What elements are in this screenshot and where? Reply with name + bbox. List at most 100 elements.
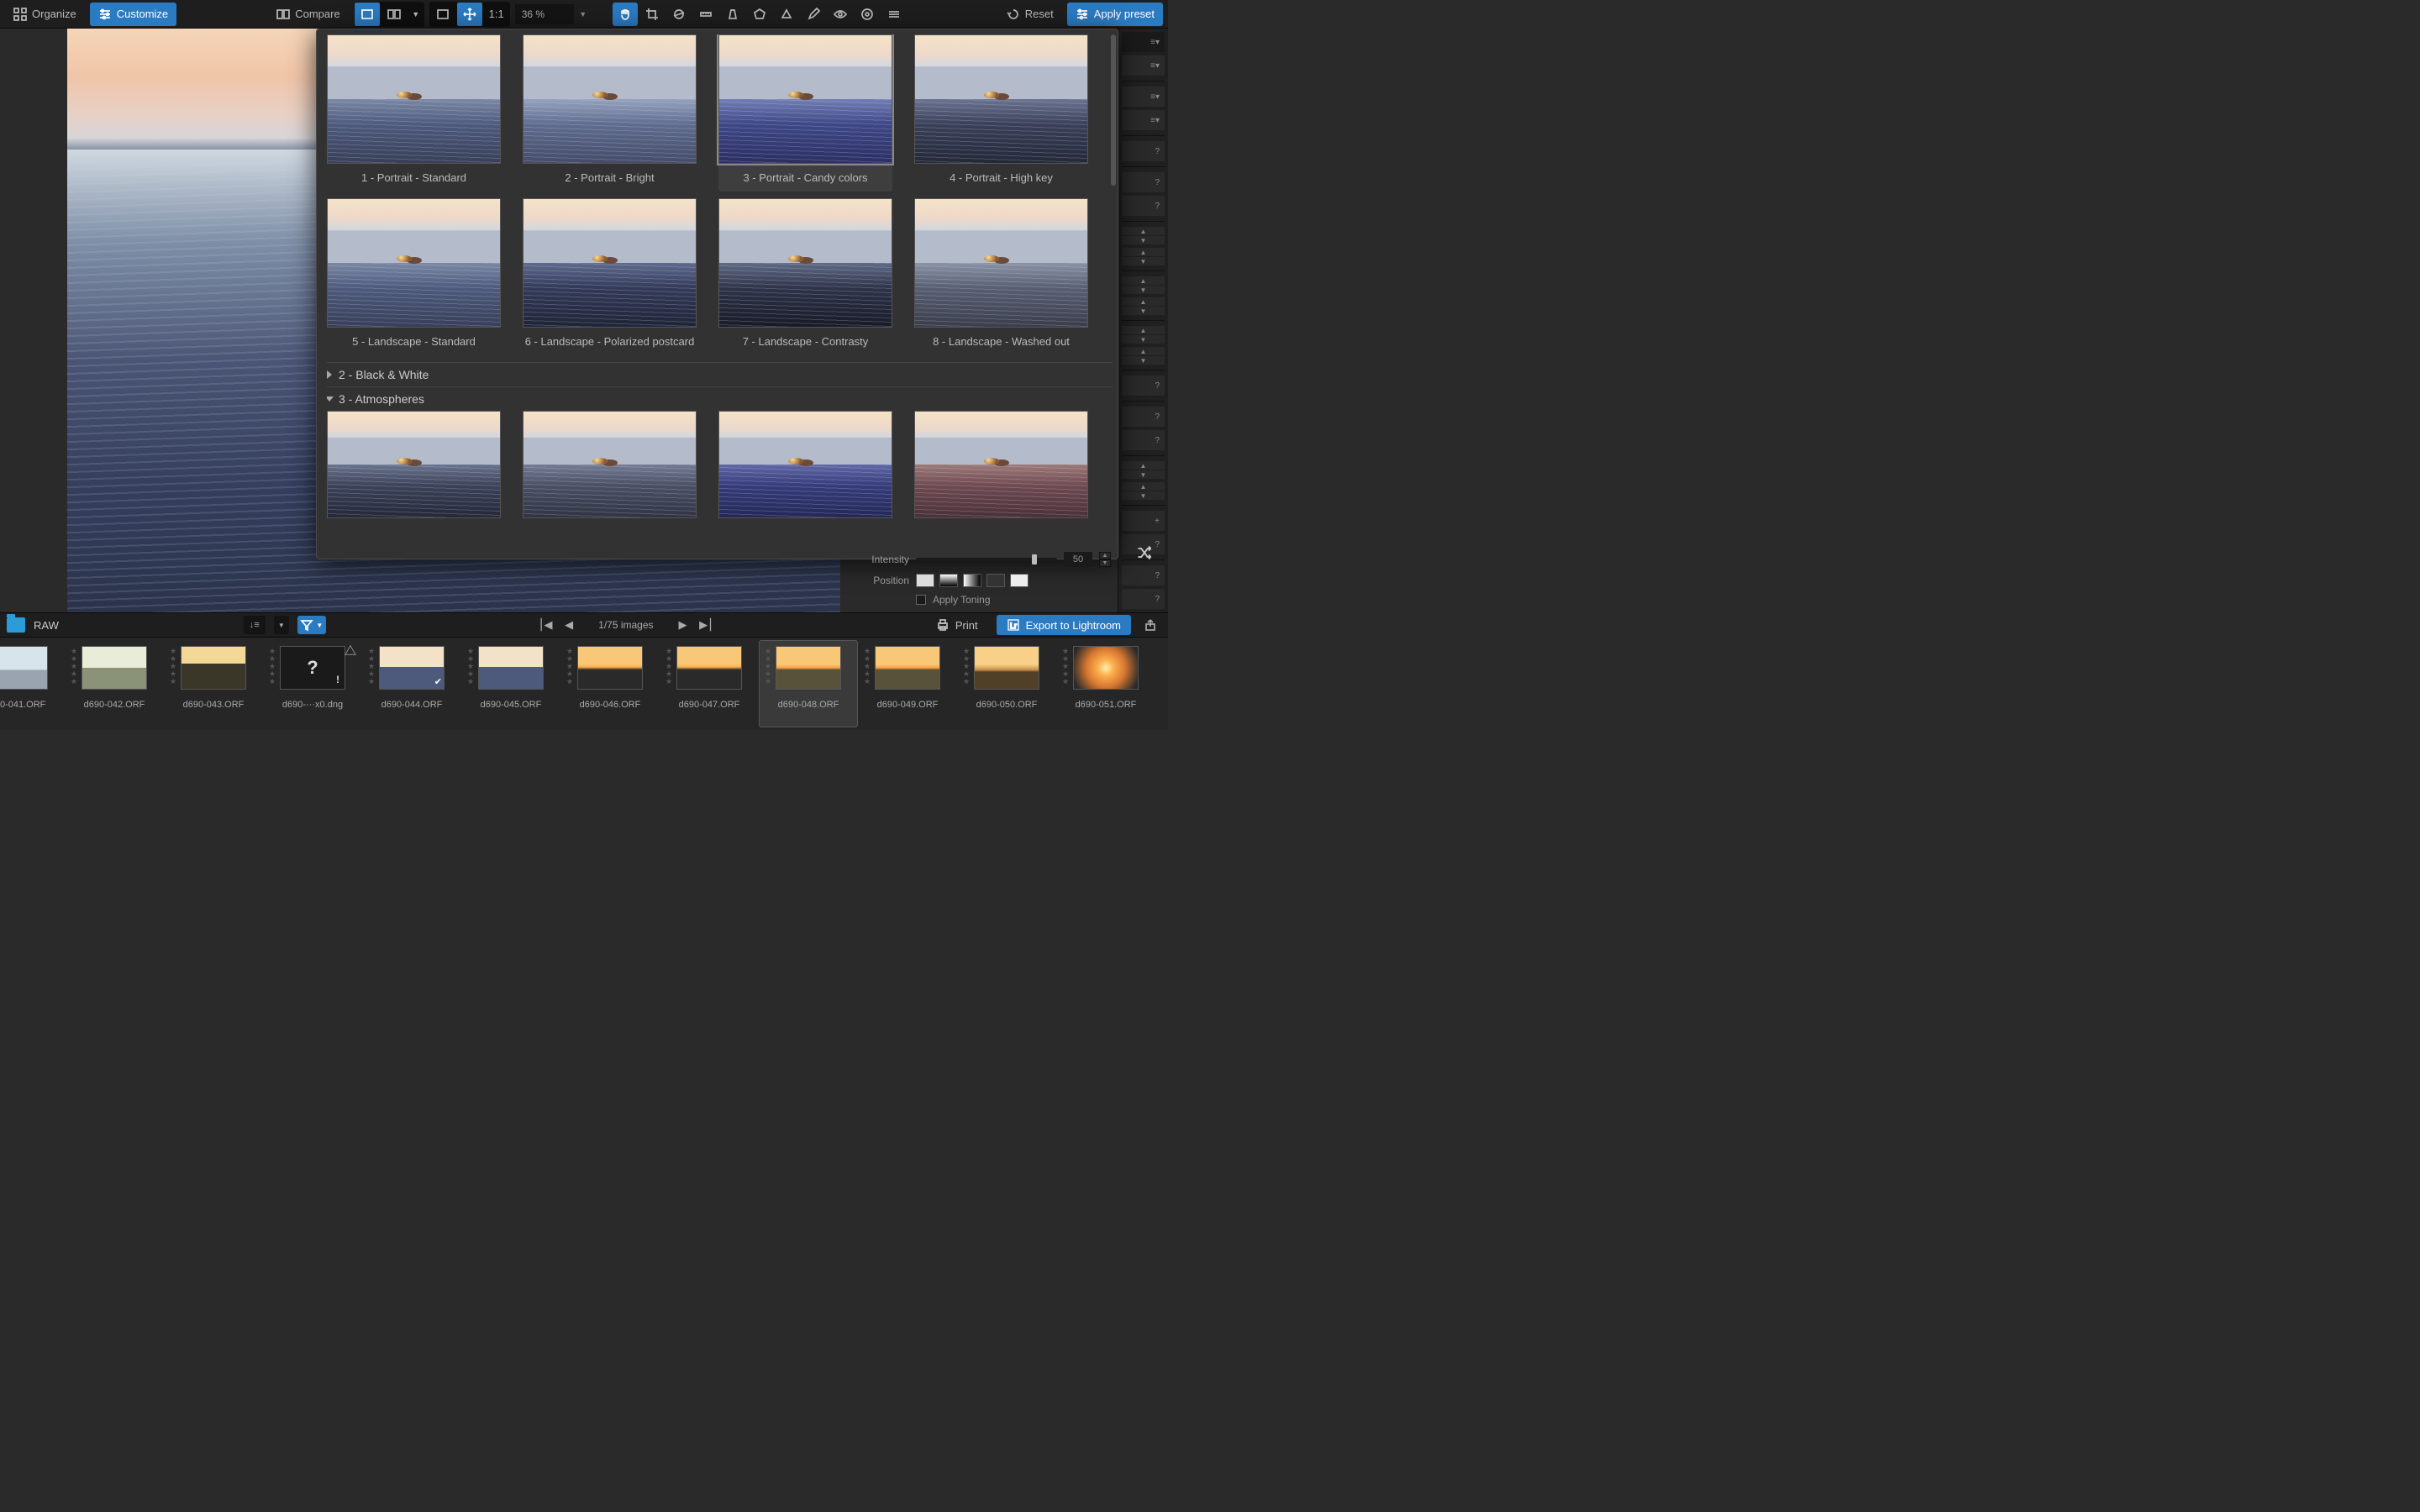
rating-stars[interactable]: ★★★★★	[765, 648, 771, 685]
filmstrip-item[interactable]: ★★★★★ d690-049.ORF	[859, 641, 956, 727]
share-button[interactable]	[1139, 616, 1161, 634]
filmstrip-item[interactable]: ★★★★★ d690-047.ORF	[660, 641, 758, 727]
panel-help-button[interactable]	[1122, 589, 1165, 609]
preset-item[interactable]: 5 - Landscape - Standard	[327, 198, 501, 355]
rating-stars[interactable]: ★★★★★	[71, 648, 77, 685]
nav-next-button[interactable]: ▶	[674, 616, 692, 634]
sort-dropdown-arrow[interactable]: ▼	[274, 616, 289, 634]
filmstrip-item[interactable]: ★★★★★ d690-045.ORF	[462, 641, 560, 727]
preset-item[interactable]	[914, 411, 1088, 518]
shuffle-icon[interactable]	[1136, 544, 1153, 564]
sort-dropdown[interactable]: ↓≡	[244, 616, 266, 634]
rating-stars[interactable]: ★★★★★	[566, 648, 573, 685]
intensity-slider[interactable]	[916, 558, 1057, 561]
panel-row-toggle[interactable]: ≡▾	[1122, 110, 1165, 130]
panel-help-button[interactable]	[1122, 565, 1165, 585]
rating-stars[interactable]: ★★★★★	[1062, 648, 1069, 685]
rating-stars[interactable]: ★★★★★	[467, 648, 474, 685]
panel-help-button[interactable]	[1122, 196, 1165, 216]
preset-item[interactable]: 6 - Landscape - Polarized postcard	[523, 198, 697, 355]
filmstrip-item[interactable]: ★★★★★ d690-042.ORF	[66, 641, 163, 727]
panel-stepper[interactable]: ▲▼	[1122, 482, 1165, 500]
panel-stepper[interactable]: ▲▼	[1122, 297, 1165, 315]
nav-last-button[interactable]: ▶⎮	[697, 616, 716, 634]
crop-tool-button[interactable]	[639, 3, 665, 26]
preset-section-bw[interactable]: 2 - Black & White	[327, 362, 1113, 386]
panel-help-button[interactable]	[1122, 172, 1165, 192]
panel-stepper[interactable]: ▲▼	[1122, 326, 1165, 344]
view-split-button[interactable]	[381, 3, 407, 26]
panel-row-toggle[interactable]: ≡▾	[1122, 87, 1165, 107]
wb-tool-button[interactable]	[693, 3, 718, 26]
preset-item[interactable]	[523, 411, 697, 518]
panel-stepper[interactable]: ▲▼	[1122, 461, 1165, 479]
preset-item[interactable]	[718, 411, 892, 518]
fit-button[interactable]	[430, 3, 455, 26]
preset-item[interactable]: 1 - Portrait - Standard	[327, 34, 501, 192]
panel-add-button[interactable]: +	[1122, 511, 1165, 531]
filmstrip-item[interactable]: ★★★★★ ✔ d690-044.ORF	[363, 641, 460, 727]
move-tool-button[interactable]	[457, 3, 482, 26]
rating-stars[interactable]: ★★★★★	[170, 648, 176, 685]
rating-stars[interactable]: ★★★★★	[963, 648, 970, 685]
preset-item[interactable]: 7 - Landscape - Contrasty	[718, 198, 892, 355]
panel-help-button[interactable]	[1122, 141, 1165, 161]
panel-help-button[interactable]	[1122, 407, 1165, 427]
panel-help-button[interactable]	[1122, 375, 1165, 396]
panel-stepper[interactable]: ▲▼	[1122, 227, 1165, 244]
intensity-stepper[interactable]: ▲▼	[1099, 552, 1111, 567]
hand-tool-button[interactable]	[613, 3, 638, 26]
filmstrip-item[interactable]: ★★★★★ ? d690-···x0.dng	[264, 641, 361, 727]
filmstrip-item[interactable]: ★★★★★ d690-046.ORF	[561, 641, 659, 727]
ratio-button[interactable]: 1:1	[484, 3, 509, 26]
filmstrip-item[interactable]: ★★★★★ d690-041.ORF	[0, 641, 64, 727]
swatch[interactable]	[986, 574, 1005, 587]
compare-button[interactable]: Compare	[268, 3, 348, 26]
preset-item[interactable]	[327, 411, 501, 518]
filmstrip[interactable]: ★★★★★ d690-041.ORF ★★★★★ d690-042.ORF ★★…	[0, 638, 1168, 730]
swatch[interactable]	[1010, 574, 1028, 587]
panel-help-button[interactable]	[1122, 430, 1165, 450]
target-tool-button[interactable]	[855, 3, 880, 26]
panel-stepper[interactable]: ▲▼	[1122, 347, 1165, 365]
filmstrip-item[interactable]: ★★★★★ d690-051.ORF	[1057, 641, 1155, 727]
preset-item[interactable]: 3 - Portrait - Candy colors	[718, 34, 892, 192]
view-single-button[interactable]	[355, 3, 380, 26]
apply-preset-button[interactable]: Apply preset	[1067, 3, 1163, 26]
panel-row-toggle[interactable]: ≡▾	[1122, 55, 1165, 76]
filter-dropdown[interactable]: ▼	[297, 616, 326, 634]
zoom-dropdown[interactable]: ▼	[576, 4, 591, 24]
preset-item[interactable]: 2 - Portrait - Bright	[523, 34, 697, 192]
panel-row-toggle[interactable]: ≡▾	[1122, 32, 1165, 52]
mask-tool-button[interactable]	[881, 3, 907, 26]
nav-prev-button[interactable]: ◀	[560, 616, 578, 634]
print-button[interactable]: Print	[926, 615, 988, 635]
folder-icon[interactable]	[7, 617, 25, 633]
nav-first-button[interactable]: ⎮◀	[536, 616, 555, 634]
rating-stars[interactable]: ★★★★★	[269, 648, 276, 685]
filmstrip-item[interactable]: ★★★★★ d690-050.ORF	[958, 641, 1055, 727]
reset-button[interactable]: Reset	[998, 3, 1062, 26]
preset-item[interactable]: 4 - Portrait - High key	[914, 34, 1088, 192]
panel-stepper[interactable]: ▲▼	[1122, 248, 1165, 265]
view-mode-dropdown[interactable]: ▼	[408, 3, 424, 26]
rating-stars[interactable]: ★★★★★	[864, 648, 871, 685]
zoom-display[interactable]: 36 %	[515, 4, 574, 24]
organize-tab[interactable]: Organize	[5, 3, 85, 26]
swatch[interactable]	[963, 574, 981, 587]
preset-item[interactable]: 8 - Landscape - Washed out	[914, 198, 1088, 355]
customize-tab[interactable]: Customize	[90, 3, 176, 26]
repair-tool-button[interactable]	[774, 3, 799, 26]
swatch[interactable]	[939, 574, 958, 587]
dust-tool-button[interactable]	[747, 3, 772, 26]
rating-stars[interactable]: ★★★★★	[368, 648, 375, 685]
export-lightroom-button[interactable]: Lr Export to Lightroom	[997, 615, 1131, 635]
swatch[interactable]	[916, 574, 934, 587]
perspective-tool-button[interactable]	[720, 3, 745, 26]
intensity-value[interactable]: 50	[1064, 552, 1092, 567]
filmstrip-item[interactable]: ★★★★★ d690-048.ORF	[760, 641, 857, 727]
horizon-tool-button[interactable]	[666, 3, 692, 26]
brush-tool-button[interactable]	[801, 3, 826, 26]
redeye-tool-button[interactable]	[828, 3, 853, 26]
panel-stepper[interactable]: ▲▼	[1122, 276, 1165, 294]
